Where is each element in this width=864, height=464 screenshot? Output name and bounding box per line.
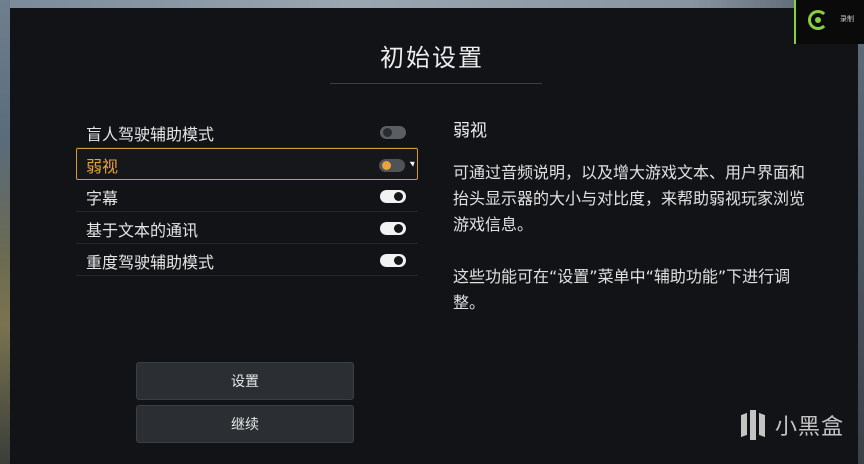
detail-title: 弱视 — [453, 121, 487, 141]
mouse-cursor-icon — [409, 159, 417, 167]
option-low-vision[interactable]: 弱视 — [76, 148, 418, 180]
watermark: 小黑盒 — [740, 408, 844, 442]
page-title: 初始设置 — [380, 44, 484, 72]
option-blind-driving-assist[interactable]: 盲人驾驶辅助模式 — [76, 116, 418, 148]
game-backdrop-top — [0, 0, 864, 8]
detail-paragraph: 这些功能可在“设置”菜单中“辅助功能”下进行调整。 — [453, 267, 791, 312]
toggle-switch[interactable] — [380, 254, 406, 267]
option-subtitles[interactable]: 字幕 — [76, 180, 418, 212]
toggle-knob — [383, 128, 392, 137]
watermark-text: 小黑盒 — [774, 415, 844, 440]
toggle-switch[interactable] — [380, 126, 406, 139]
toggle-switch[interactable] — [380, 222, 406, 235]
accessibility-options-list: 盲人驾驶辅助模式 弱视 字幕 基于文本的通讯 重度驾驶辅助模式 — [76, 116, 418, 276]
continue-button[interactable]: 继续 — [136, 405, 354, 443]
detail-paragraph: 可通过音频说明，以及增大游戏文本、用户界面和抬头显示器的大小与对比度，来帮助弱视… — [453, 163, 806, 234]
option-label: 基于文本的通讯 — [86, 221, 199, 240]
detail-description: 可通过音频说明，以及增大游戏文本、用户界面和抬头显示器的大小与对比度，来帮助弱视… — [453, 160, 813, 342]
option-label: 重度驾驶辅助模式 — [86, 253, 215, 272]
option-heavy-driving-assist[interactable]: 重度驾驶辅助模式 — [76, 244, 418, 276]
option-label: 字幕 — [86, 189, 119, 208]
title-divider — [330, 83, 542, 84]
toggle-switch[interactable] — [380, 190, 406, 203]
toggle-switch[interactable] — [379, 159, 405, 172]
option-label: 弱视 — [86, 157, 119, 176]
heybox-logo-icon — [740, 410, 767, 440]
option-text-communication[interactable]: 基于文本的通讯 — [76, 212, 418, 244]
toggle-knob — [394, 256, 403, 265]
toggle-knob — [382, 161, 391, 170]
settings-button[interactable]: 设置 — [136, 362, 354, 400]
toggle-knob — [394, 224, 403, 233]
recording-badge-text: 录制 — [840, 15, 854, 23]
toggle-knob — [394, 192, 403, 201]
option-label: 盲人驾驶辅助模式 — [86, 125, 215, 144]
record-icon — [808, 10, 828, 30]
